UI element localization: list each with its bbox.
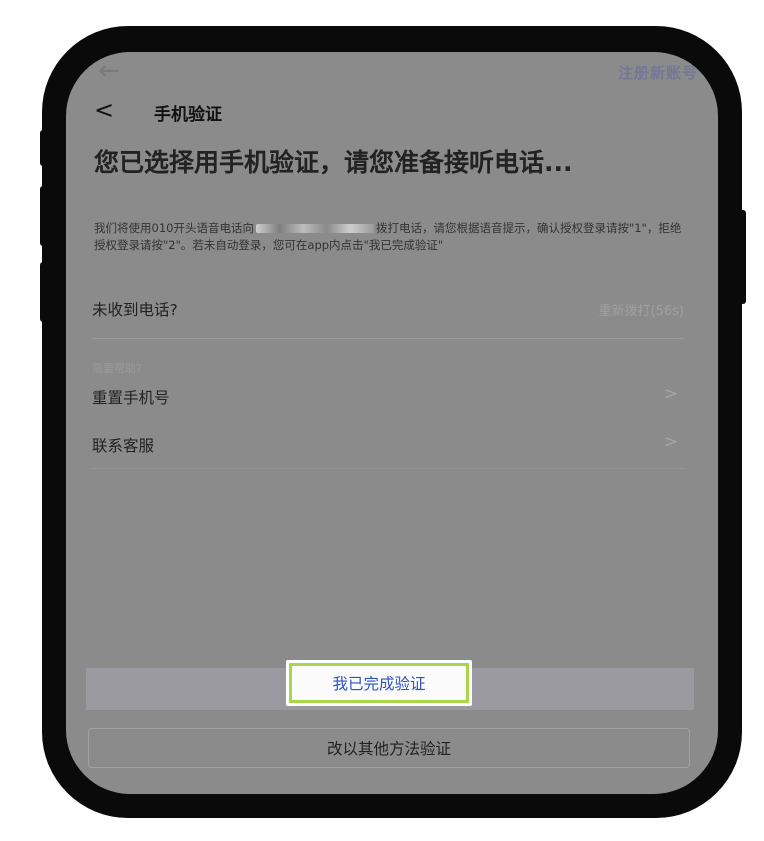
register-link: 注册新账号	[617, 64, 698, 82]
underlying-top-bar: ← 注册新账号	[66, 52, 718, 92]
redial-countdown[interactable]: 重新拨打(56s)	[599, 300, 684, 319]
redacted-phone-number	[255, 224, 374, 233]
phone-side-button	[40, 186, 50, 246]
other-method-button[interactable]: 改以其他方法验证	[88, 728, 690, 768]
contact-support-label: 联系客服	[92, 437, 155, 455]
no-call-label: 未收到电话?	[92, 301, 178, 319]
reset-phone-label: 重置手机号	[92, 389, 170, 407]
divider	[92, 468, 684, 469]
instruction-part-1: 我们将使用010开头语音电话向	[94, 221, 254, 235]
page-title: 手机验证	[154, 105, 222, 125]
back-chevron-icon[interactable]: <	[94, 96, 114, 124]
divider	[92, 338, 684, 339]
chevron-right-icon: >	[663, 384, 678, 404]
contact-support-row[interactable]: 联系客服 >	[92, 432, 684, 458]
verification-done-button[interactable]: 我已完成验证	[286, 660, 472, 706]
phone-screen: ← 注册新账号 < 手机验证 您已选择用手机验证，请您准备接听电话... 我们将…	[66, 52, 718, 794]
reset-phone-row[interactable]: 重置手机号 >	[92, 384, 684, 410]
phone-side-button	[40, 130, 50, 166]
verification-done-label: 我已完成验证	[289, 663, 469, 703]
headline: 您已选择用手机验证，请您准备接听电话...	[94, 148, 573, 177]
chevron-right-icon: >	[663, 432, 678, 452]
phone-side-button	[736, 210, 746, 304]
phone-side-button	[40, 262, 50, 322]
instruction-text: 我们将使用010开头语音电话向 拨打电话，请您根据语音提示，确认授权登录请按"1"…	[94, 220, 686, 254]
back-arrow-icon: ←	[98, 56, 120, 86]
no-call-row: 未收到电话? 重新拨打(56s)	[92, 296, 684, 322]
help-section-label: 需要帮助?	[92, 362, 142, 375]
nav-bar: < 手机验证	[66, 92, 718, 132]
